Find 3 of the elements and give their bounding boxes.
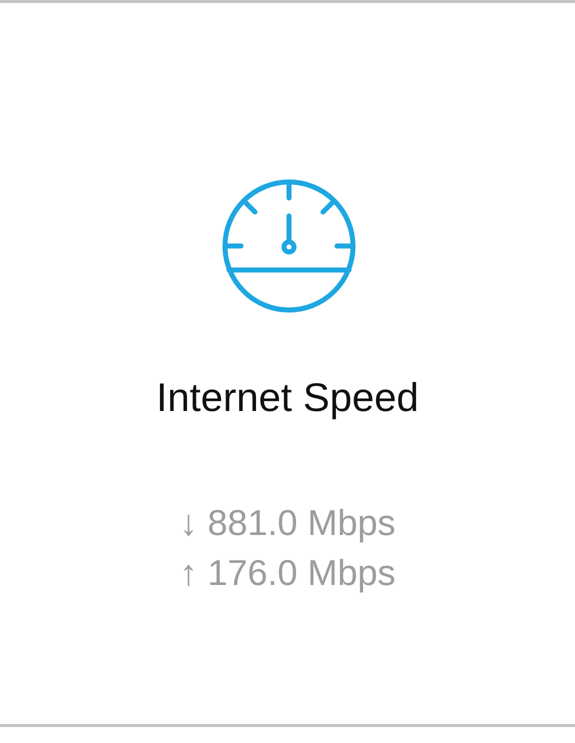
- upload-speed: ↑ 176.0 Mbps: [179, 551, 396, 595]
- card-title: Internet Speed: [156, 376, 419, 421]
- download-speed: ↓ 881.0 Mbps: [179, 501, 396, 545]
